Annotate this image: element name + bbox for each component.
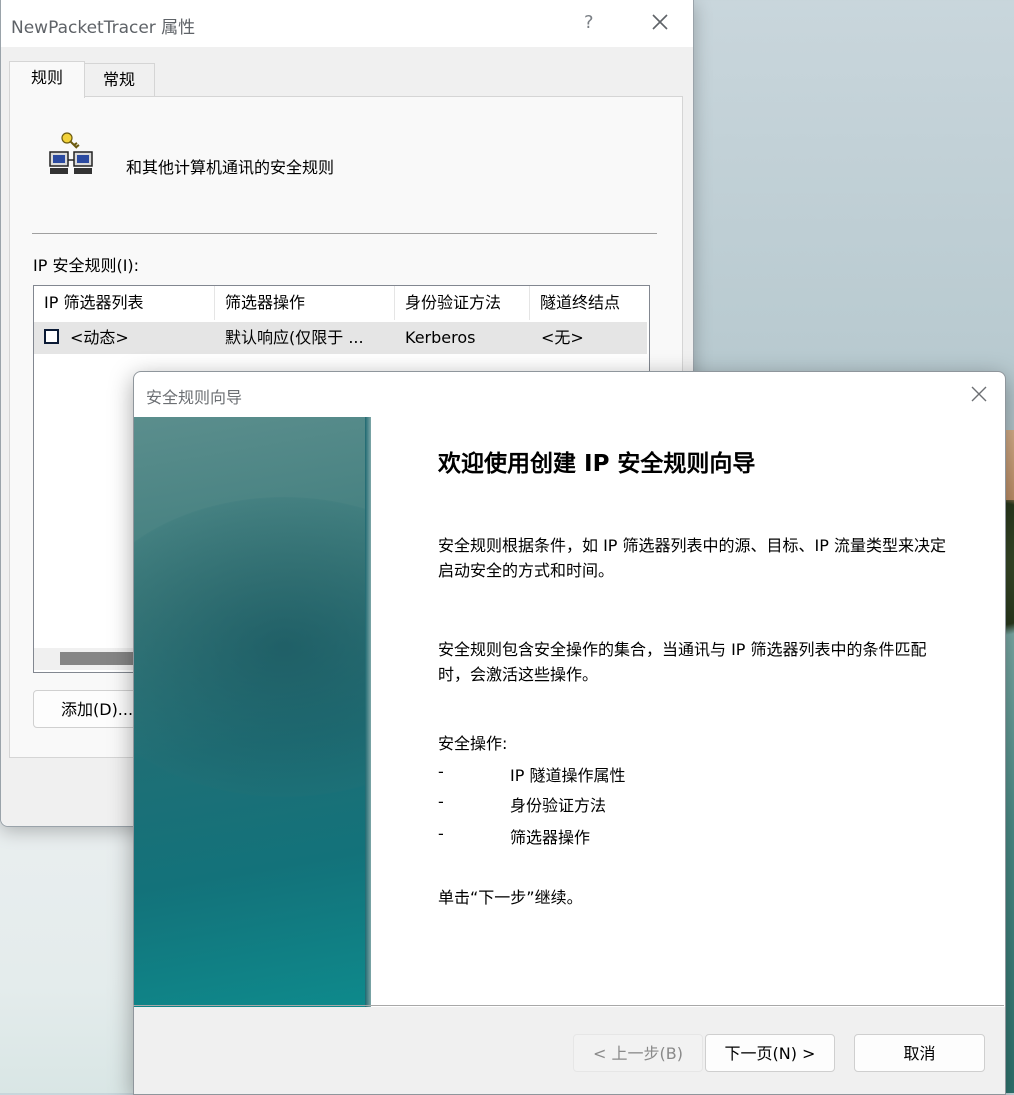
- properties-window-title: NewPacketTracer 属性: [11, 18, 196, 38]
- footer-separator: [133, 1005, 1004, 1006]
- scrollbar-thumb[interactable]: [60, 652, 140, 665]
- cancel-button[interactable]: 取消: [854, 1034, 985, 1072]
- close-icon[interactable]: [649, 10, 671, 34]
- cell-filter-list: <动态>: [70, 328, 129, 347]
- action-filter-action: 筛选器操作: [510, 828, 591, 847]
- continue-instruction: 单击“下一步”继续。: [438, 888, 583, 907]
- column-header-tunnel-endpoint[interactable]: 隧道终结点: [530, 286, 647, 320]
- separator: [32, 233, 657, 234]
- close-icon[interactable]: [969, 384, 989, 404]
- column-header-filter-list[interactable]: IP 筛选器列表: [34, 286, 215, 320]
- ip-security-rules-label: IP 安全规则(I):: [33, 256, 140, 275]
- help-button[interactable]: ?: [584, 12, 594, 33]
- bullet-dash: -: [438, 792, 444, 811]
- cell-auth-method: Kerberos: [405, 328, 476, 347]
- back-button[interactable]: < 上一步(B): [573, 1034, 703, 1072]
- wizard-paragraph-2: 安全规则包含安全操作的集合，当通讯与 IP 筛选器列表中的条件匹配时，会激活这些…: [438, 640, 927, 684]
- wizard-window-title: 安全规则向导: [146, 388, 243, 407]
- wizard-banner-image: [134, 417, 371, 1007]
- rule-checkbox[interactable]: [44, 329, 59, 344]
- network-security-icon: [46, 130, 98, 180]
- tab-general[interactable]: 常规: [83, 63, 155, 96]
- security-actions-label: 安全操作:: [438, 734, 508, 753]
- column-header-filter-action[interactable]: 筛选器操作: [215, 286, 395, 320]
- bullet-dash: -: [438, 824, 444, 843]
- wizard-heading: 欢迎使用创建 IP 安全规则向导: [438, 451, 756, 477]
- cell-filter-action: 默认响应(仅限于 ...: [225, 328, 364, 347]
- action-ip-tunnel: IP 隧道操作属性: [510, 766, 626, 785]
- column-header-auth-method[interactable]: 身份验证方法: [395, 286, 530, 320]
- wizard-paragraph-1: 安全规则根据条件，如 IP 筛选器列表中的源、目标、IP 流量类型来决定启动安全…: [438, 536, 946, 580]
- action-auth-method: 身份验证方法: [510, 796, 607, 815]
- next-button[interactable]: 下一页(N) >: [705, 1034, 835, 1072]
- wizard-content: [371, 417, 1005, 1007]
- bullet-dash: -: [438, 762, 444, 781]
- rule-description: 和其他计算机通讯的安全规则: [126, 158, 335, 177]
- cell-tunnel-endpoint: <无>: [541, 328, 584, 347]
- tab-rules[interactable]: 规则: [9, 61, 85, 98]
